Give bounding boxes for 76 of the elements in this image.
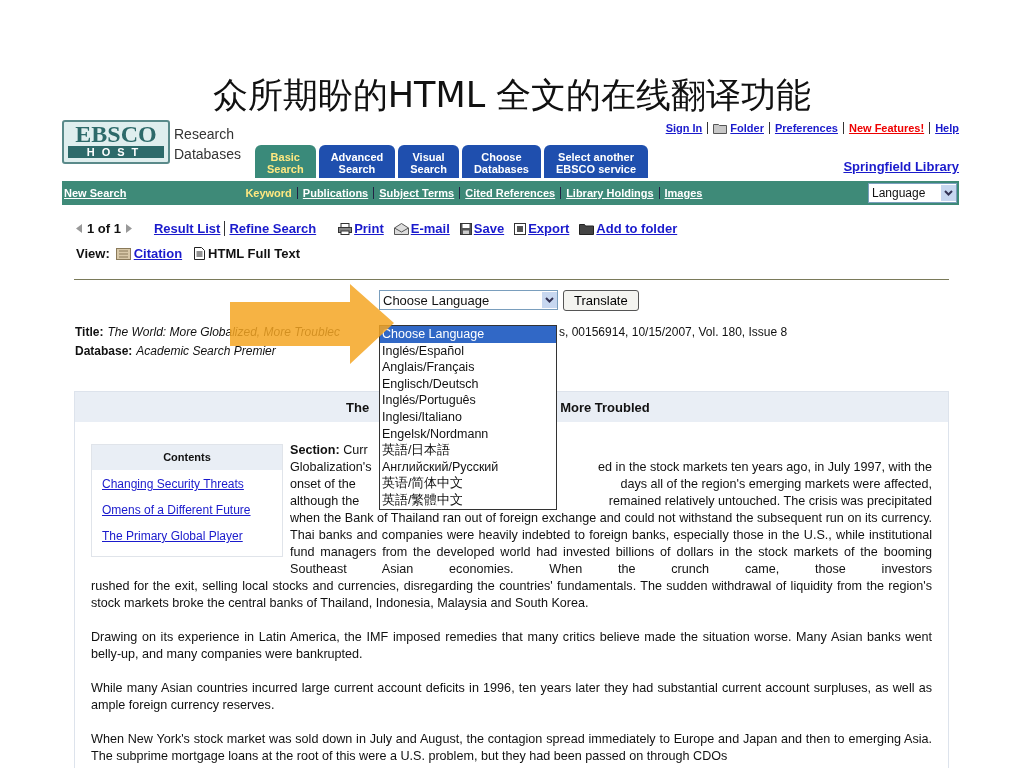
new-search-link[interactable]: New Search xyxy=(64,187,127,199)
body-text: ed in the stock markets ten years ago, in July 1997, with the xyxy=(598,459,932,476)
body-paragraph: Drawing on its experience in Latin America, the IMF imposed remedies that many critics believe made the situation worse. Many Asian banks went belly-up, and many companies were bankrupted. xyxy=(91,629,932,663)
export-icon xyxy=(514,222,527,235)
source-text: s, 00156914, 10/15/2007, Vol. 180, Issue 8 xyxy=(559,324,788,341)
body-paragraph: when the Bank of Thailand ran out of foreign exchange and could not withstand the subsequent run on its currency. Thai banks and companies were heavily indebted to foreign banks, especially those in the U.S., while institutional fund managers from the developed world had invested billions of dollars in the stock markets of the booming Southeast Asian economies. When the crunch came, those investors xyxy=(290,510,932,578)
toolbar-link[interactable]: Add to folder xyxy=(596,221,678,236)
body-paragraph: When New York's stock market was sold down in July and August, the contagion spread immediately to Europe and Japan and then to emerging Asia. The subprime mortgage loans at the root of this were a U.S. problem, but they had been passed on through CDOs xyxy=(91,731,932,765)
database-name: Academic Search Premier xyxy=(136,343,276,360)
view-label: View: xyxy=(76,246,110,261)
nav-link[interactable]: Publications xyxy=(302,187,369,199)
title-label: Title: xyxy=(75,324,104,341)
body-text: onset of the xyxy=(290,476,356,493)
next-icon xyxy=(124,224,132,233)
language-option[interactable]: Inglés/Español xyxy=(380,342,556,360)
contents-title: Contents xyxy=(92,445,282,470)
header-link[interactable]: Preferences xyxy=(774,122,838,134)
refine-search-link[interactable]: Refine Search xyxy=(229,221,317,236)
folder-icon xyxy=(713,122,728,134)
language-dropdown[interactable]: Choose Language xyxy=(379,290,558,310)
toolbar-link[interactable]: E-mail xyxy=(410,221,450,236)
folder-icon xyxy=(579,222,595,235)
logo-icon: EBSCO HOST xyxy=(62,120,170,164)
body-text: Globalization's xyxy=(290,459,372,476)
language-select[interactable]: Language xyxy=(868,183,957,203)
language-option[interactable]: 英語/日本語 xyxy=(380,442,556,459)
search-tab[interactable]: Advanced Search xyxy=(318,145,396,178)
nav-link[interactable]: Images xyxy=(664,187,703,199)
language-option[interactable]: Inglés/Português xyxy=(380,392,556,409)
body-paragraph: rushed for the exit, selling local stocks and currencies, disregarding the countries' fundamentals. The sudden withdrawal of liquidity from the region's stock markets broke the central banks of Thailand, Indonesia, Malaysia and South Korea. xyxy=(91,578,932,612)
contents-link[interactable]: The Primary Global Player xyxy=(102,528,282,545)
toolbar-link[interactable]: Export xyxy=(528,221,570,236)
brand-text: Databases xyxy=(174,145,241,164)
article-heading: The xyxy=(346,399,370,415)
language-option[interactable]: 英語/繁體中文 xyxy=(380,491,556,509)
body-text: days all of the region's emerging markets were affected, xyxy=(620,476,932,493)
language-option[interactable]: 英语/简体中文 xyxy=(380,475,556,492)
language-option[interactable]: Anglais/Français xyxy=(380,359,556,376)
body-text: although the xyxy=(290,493,360,510)
body-text: remained relatively untouched. The crisis was precipitated xyxy=(608,493,932,510)
language-option[interactable]: Inglesi/Italiano xyxy=(380,408,556,426)
nav-link[interactable]: Cited References xyxy=(465,187,556,199)
view-link[interactable]: Citation xyxy=(133,246,183,261)
header-link[interactable]: Folder xyxy=(730,122,764,134)
dropdown-icon xyxy=(542,292,557,308)
view-option: HTML Full Text xyxy=(208,246,301,261)
previous-icon xyxy=(76,224,83,233)
nav-link[interactable]: Library Holdings xyxy=(566,187,654,199)
dropdown-icon xyxy=(941,185,956,201)
header-link[interactable]: New Features! xyxy=(848,122,925,134)
language-option[interactable]: Englisch/Deutsch xyxy=(380,375,556,393)
search-tab[interactable]: Visual Search xyxy=(398,145,459,178)
search-tab[interactable]: Select another EBSCO service xyxy=(543,145,649,178)
database-label: Database: xyxy=(75,343,133,360)
article-heading: More Troubled xyxy=(560,399,650,415)
language-option[interactable]: Engelsk/Nordmann xyxy=(380,425,556,443)
language-option[interactable]: Английский/Русский xyxy=(380,458,556,476)
library-link[interactable]: Springfield Library xyxy=(843,159,959,174)
header-link[interactable]: Help xyxy=(935,122,959,134)
search-tab[interactable]: Choose Databases xyxy=(461,145,541,178)
body-paragraph: While many Asian countries incurred large current account deficits in 1996, ten years later they had substantial current account surpluses, as well as ample foreign currency reserves. xyxy=(91,680,932,714)
toolbar-link[interactable]: Print xyxy=(354,221,384,236)
language-option[interactable]: Choose Language xyxy=(380,326,556,343)
result-list-link[interactable]: Result List xyxy=(153,221,226,236)
printer-icon xyxy=(338,222,353,235)
contents-link[interactable]: Changing Security Threats xyxy=(102,476,282,493)
header-link[interactable]: Sign In xyxy=(665,122,703,134)
slide-title: 众所期盼的HTML 全文的在线翻译功能 xyxy=(211,74,813,117)
pager-text: 1 of 1 xyxy=(87,221,121,236)
toolbar-link[interactable]: Save xyxy=(473,221,505,236)
translate-button[interactable]: Translate xyxy=(563,290,639,311)
section-text: Section: Curr xyxy=(290,442,368,459)
brand-text: Research xyxy=(174,125,235,144)
envelope-icon xyxy=(393,222,409,235)
contents-link[interactable]: Omens of a Different Future xyxy=(102,502,282,519)
nav-link[interactable]: Subject Terms xyxy=(379,187,455,199)
